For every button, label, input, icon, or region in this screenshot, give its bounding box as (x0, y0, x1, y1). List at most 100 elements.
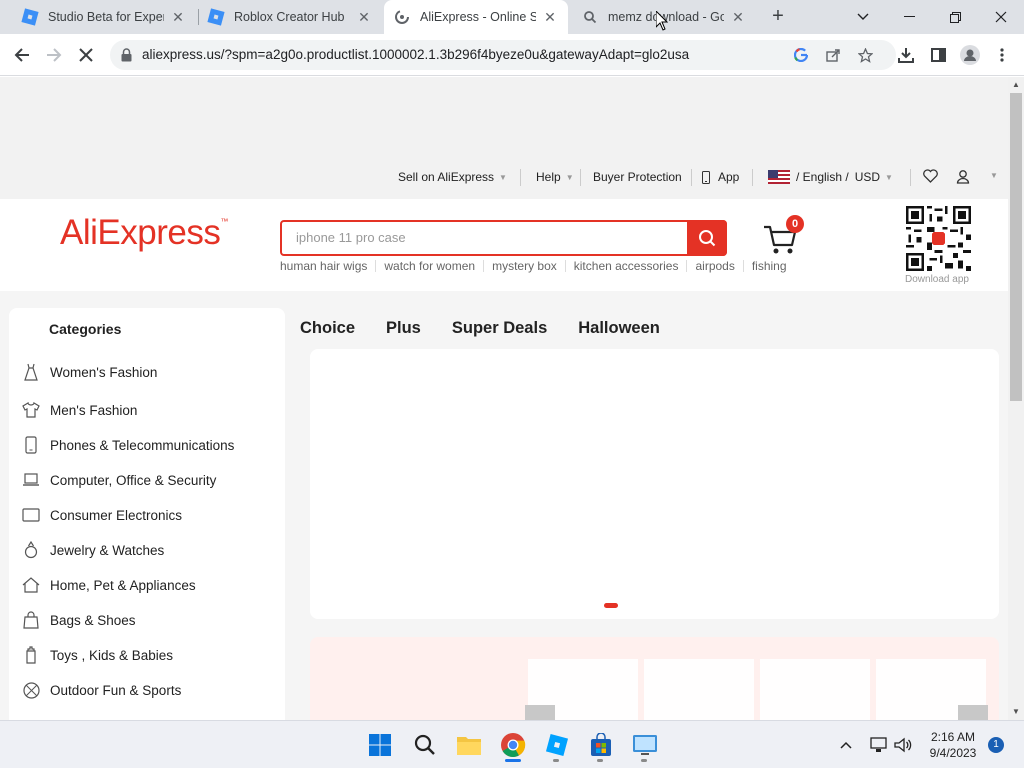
downloads-icon[interactable] (892, 41, 920, 69)
phone-icon (21, 435, 41, 455)
horizontal-scroll-thumb[interactable] (525, 705, 555, 720)
close-tab-icon[interactable]: ✕ (170, 9, 186, 25)
category-label: Bags & Shoes (50, 612, 136, 628)
tab-aliexpress[interactable]: AliExpress - Online Sho ✕ (384, 0, 568, 34)
tab-halloween[interactable]: Halloween (578, 319, 660, 338)
close-window-button[interactable] (978, 0, 1024, 34)
laptop-icon (21, 470, 41, 490)
category-label: Outdoor Fun & Sports (50, 682, 182, 698)
restore-button[interactable] (932, 0, 978, 34)
hotword-link[interactable]: mystery box (483, 260, 565, 272)
bag-icon (21, 610, 41, 630)
volume-icon[interactable] (894, 721, 912, 768)
share-icon[interactable] (824, 46, 842, 64)
new-tab-button[interactable]: + (766, 5, 790, 29)
google-icon[interactable] (792, 46, 810, 64)
search-box (280, 220, 727, 256)
address-bar[interactable]: aliexpress.us/?spm=a2g0o.productlist.100… (110, 40, 896, 70)
category-phones[interactable]: Phones & Telecommunications (21, 433, 234, 457)
hotword-link[interactable]: fishing (742, 260, 795, 272)
stop-loading-button[interactable] (72, 41, 100, 69)
hero-banner-carousel[interactable] (310, 349, 999, 619)
mobile-phone-icon (702, 170, 710, 184)
category-mens-fashion[interactable]: Men's Fashion (21, 398, 137, 422)
scroll-thumb[interactable] (1010, 93, 1022, 401)
close-tab-icon[interactable]: ✕ (542, 9, 558, 25)
shopping-cart-button[interactable]: 0 (762, 215, 804, 255)
category-toys-kids[interactable]: Toys , Kids & Babies (21, 643, 173, 667)
category-womens-fashion[interactable]: Women's Fashion (21, 360, 157, 384)
category-outdoor-sports[interactable]: Outdoor Fun & Sports (21, 678, 181, 702)
close-tab-icon[interactable]: ✕ (356, 9, 372, 25)
search-button[interactable] (687, 220, 727, 256)
start-windows-icon[interactable] (364, 729, 396, 761)
category-home-pet[interactable]: Home, Pet & Appliances (21, 573, 196, 597)
horizontal-scroll-thumb[interactable] (958, 705, 988, 720)
us-flag-icon (768, 170, 790, 184)
currency-label: USD (854, 170, 881, 184)
category-bags-shoes[interactable]: Bags & Shoes (21, 608, 136, 632)
language-currency-selector[interactable]: / English / USD ▼ (768, 170, 893, 184)
hotword-link[interactable]: watch for women (375, 260, 483, 272)
category-label: Toys , Kids & Babies (50, 647, 174, 663)
remote-desktop-icon[interactable] (629, 729, 661, 761)
wishlist-heart-icon[interactable] (923, 169, 938, 183)
promo-card[interactable] (644, 659, 754, 720)
tab-search-icon[interactable] (840, 0, 886, 34)
app-label: App (718, 170, 740, 184)
download-app-label: Download app (905, 274, 969, 285)
microsoft-store-icon[interactable] (585, 729, 617, 761)
sell-on-aliexpress-link[interactable]: Sell on AliExpress ▼ (398, 170, 507, 184)
download-app-qr-code (906, 206, 971, 271)
bookmark-star-icon[interactable] (856, 46, 874, 64)
category-consumer-electronics[interactable]: Consumer Electronics (21, 503, 182, 527)
profile-avatar-icon[interactable] (956, 41, 984, 69)
back-button[interactable] (8, 41, 36, 69)
scroll-up-arrow-icon[interactable]: ▲ (1008, 77, 1024, 93)
taskbar-search-icon[interactable] (409, 729, 441, 761)
help-label: Help (536, 170, 561, 184)
clock-time: 2:16 AM (930, 730, 976, 744)
roblox-studio-icon[interactable] (541, 729, 573, 761)
search-input[interactable] (296, 230, 676, 245)
category-computer-office[interactable]: Computer, Office & Security (21, 468, 216, 492)
site-header: AliExpress™ human hair wigs watch for wo… (0, 199, 1008, 291)
vertical-scrollbar[interactable]: ▲ ▼ (1008, 77, 1024, 720)
category-label: Women's Fashion (50, 364, 158, 380)
aliexpress-logo[interactable]: AliExpress™ (60, 213, 228, 253)
forward-button[interactable] (40, 41, 68, 69)
network-icon[interactable] (870, 721, 888, 768)
tab-studio[interactable]: Studio Beta for Experie ✕ (12, 0, 196, 34)
tab-title: Studio Beta for Experie (48, 10, 164, 24)
account-chevron-down-icon[interactable]: ▼ (990, 171, 998, 180)
hotword-link[interactable]: human hair wigs (280, 260, 375, 272)
account-user-icon[interactable] (956, 169, 970, 184)
promo-card[interactable] (760, 659, 870, 720)
buyer-protection-link[interactable]: Buyer Protection (593, 170, 682, 184)
site-top-bar: Sell on AliExpress ▼ Help ▼ Buyer Protecti… (0, 157, 1008, 199)
app-link[interactable]: App (702, 170, 739, 184)
category-jewelry-watches[interactable]: Jewelry & Watches (21, 538, 164, 562)
notification-badge[interactable]: 1 (988, 737, 1004, 753)
side-panel-icon[interactable] (924, 41, 952, 69)
hotword-link[interactable]: kitchen accessories (564, 260, 687, 272)
system-clock[interactable]: 2:16 AM 9/4/2023 (920, 729, 986, 761)
hotword-link[interactable]: airpods (686, 260, 742, 272)
scroll-down-arrow-icon[interactable]: ▼ (1008, 704, 1024, 720)
chrome-icon[interactable] (497, 729, 529, 761)
tab-roblox-creator-hub[interactable]: Roblox Creator Hub ✕ (198, 0, 382, 34)
help-link[interactable]: Help ▼ (536, 170, 574, 184)
chrome-active-indicator (505, 759, 521, 762)
minimize-button[interactable] (886, 0, 932, 34)
category-label: Home, Pet & Appliances (50, 577, 196, 593)
tab-super-deals[interactable]: Super Deals (452, 319, 547, 338)
chrome-menu-icon[interactable] (988, 41, 1016, 69)
chevron-down-icon: ▼ (499, 172, 507, 182)
cart-count-badge: 0 (786, 215, 804, 233)
carousel-indicator[interactable] (604, 603, 618, 608)
show-hidden-icons-button[interactable] (840, 721, 852, 768)
tab-choice[interactable]: Choice (300, 319, 355, 338)
tab-plus[interactable]: Plus (386, 319, 421, 338)
close-tab-icon[interactable]: ✕ (730, 9, 746, 25)
file-explorer-icon[interactable] (453, 729, 485, 761)
